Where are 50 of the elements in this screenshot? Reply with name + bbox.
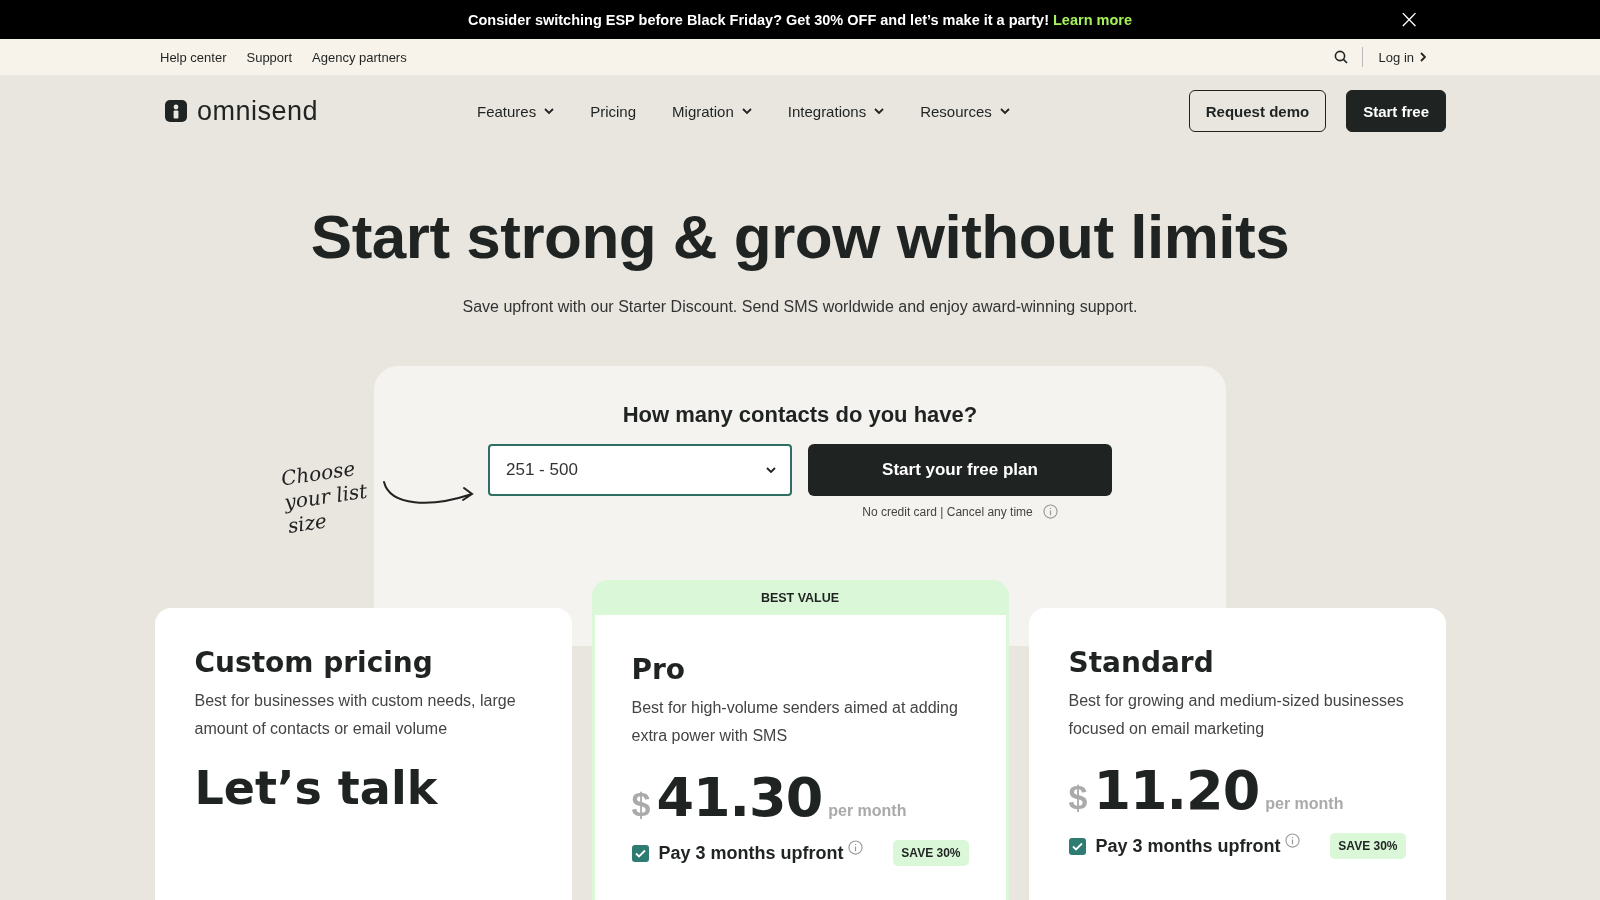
plan-price: 11.20 [1093, 761, 1260, 821]
learn-more-link[interactable]: Learn more [1053, 11, 1132, 28]
banner-text: Consider switching ESP before Black Friday? Get 30% OFF and let’s make it a party! [468, 11, 1049, 28]
start-free-plan-button[interactable]: Start your free plan [808, 444, 1112, 496]
nav-menu-item[interactable]: Features [477, 102, 555, 120]
upfront-checkbox[interactable] [1068, 837, 1086, 855]
no-credit-card-note: No credit card | Cancel any time [862, 504, 1033, 519]
currency-sign: $ [631, 785, 651, 824]
nav-menu-item[interactable]: Resources [920, 102, 1010, 120]
nav-menu-item[interactable]: Pricing [590, 102, 637, 120]
upfront-label: Pay 3 months upfront [658, 842, 844, 864]
handwritten-hint: Choose your list size [279, 455, 370, 538]
save-badge: SAVE 30% [1330, 833, 1406, 859]
hero-title: Start strong & grow without limits [309, 201, 1291, 272]
price-period: per month [828, 802, 907, 820]
chevron-down-icon [766, 466, 776, 474]
start-free-button[interactable]: Start free [1346, 90, 1446, 132]
upfront-label: Pay 3 months upfront [1095, 835, 1281, 857]
nav-menu-item[interactable]: Migration [672, 102, 752, 120]
close-button[interactable]: × [1398, 9, 1420, 29]
plan-description: Best for businesses with custom needs, large amount of contacts or email volume [194, 691, 517, 739]
upfront-checkbox[interactable] [631, 844, 649, 862]
chevron-right-icon [1420, 52, 1426, 62]
info-icon[interactable] [1284, 833, 1300, 848]
logo-text[interactable]: omnisend [197, 95, 319, 127]
plan-description: Best for growing and medium-sized businesses focused on email marketing [1068, 691, 1405, 739]
utility-link[interactable]: Help center [160, 49, 227, 65]
plan-name: Standard [1068, 646, 1215, 679]
best-value-label: BEST VALUE [759, 589, 841, 607]
logo-icon[interactable] [165, 100, 187, 122]
utility-link[interactable]: Agency partners [312, 49, 407, 65]
checkmark-icon [634, 848, 646, 858]
lets-talk-heading: Let’s talk [194, 761, 439, 815]
request-demo-button[interactable]: Request demo [1188, 90, 1327, 132]
plan-name: Custom pricing [194, 646, 434, 679]
save-badge: SAVE 30% [893, 840, 969, 866]
login-link[interactable]: Log in [1361, 47, 1426, 67]
plan-price: 41.30 [656, 768, 823, 828]
price-period: per month [1265, 795, 1344, 813]
plan-description: Best for high-volume senders aimed at adding extra power with SMS [631, 698, 959, 746]
checkmark-icon [1071, 841, 1083, 851]
hero-subtitle: Save upfront with our Starter Discount. Send SMS worldwide and enjoy award-winning support. [461, 298, 1139, 316]
contacts-question: How many contacts do you have? [622, 402, 978, 428]
search-icon[interactable] [1333, 50, 1348, 64]
plan-name: Pro [631, 653, 687, 686]
utility-link[interactable]: Support [246, 49, 293, 65]
info-icon[interactable] [847, 840, 863, 855]
currency-sign: $ [1068, 778, 1088, 817]
nav-menu-item[interactable]: Integrations [787, 102, 885, 120]
list-size-select[interactable]: 251 - 500 [488, 444, 792, 496]
